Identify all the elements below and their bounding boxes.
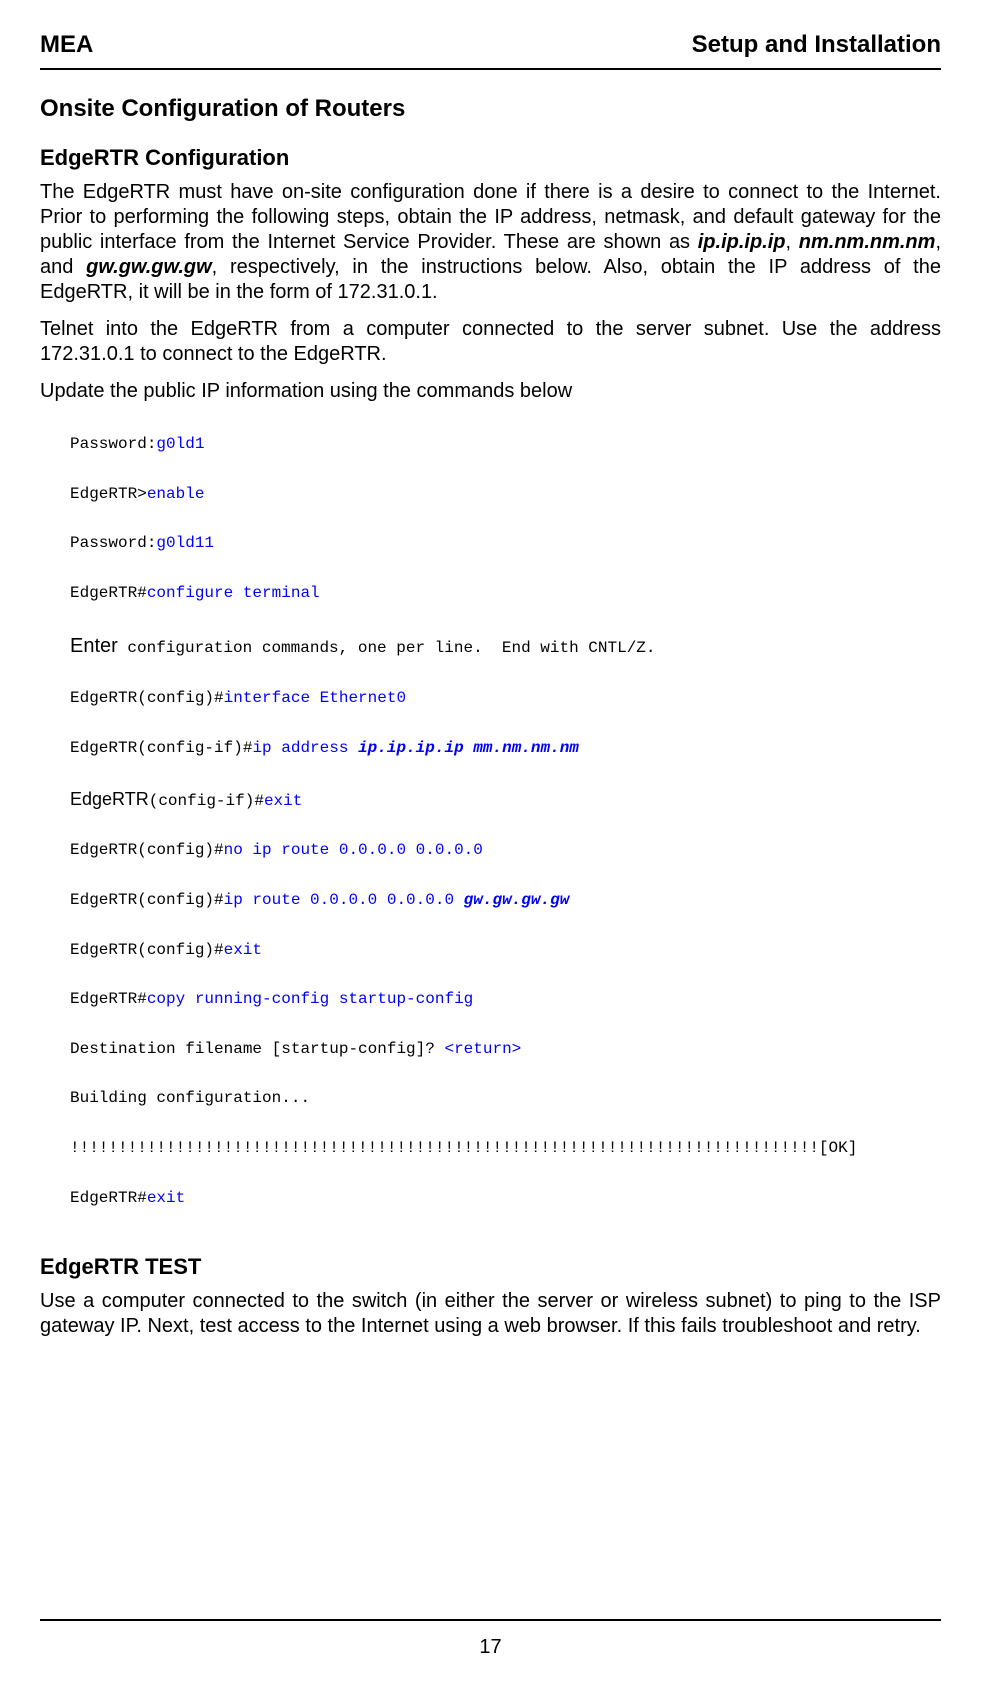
page-title: Onsite Configuration of Routers	[40, 94, 941, 124]
header-left: MEA	[40, 30, 93, 60]
code-prompt: EdgeRTR#	[70, 584, 147, 602]
code-line: EdgeRTR(config-if)#ip address ip.ip.ip.i…	[70, 736, 941, 761]
code-prompt: EdgeRTR(config)#	[70, 891, 224, 909]
code-command: g0ld11	[156, 534, 214, 552]
code-line: Password:g0ld1	[70, 432, 941, 457]
code-line: EdgeRTR(config)#interface Ethernet0	[70, 686, 941, 711]
code-placeholder: gw.gw.gw.gw	[464, 891, 570, 909]
code-prompt: EdgeRTR(config-if)#	[70, 739, 252, 757]
header-right: Setup and Installation	[692, 30, 941, 60]
code-line: EdgeRTR(config)#no ip route 0.0.0.0 0.0.…	[70, 838, 941, 863]
section2-heading: EdgeRTR TEST	[40, 1253, 941, 1281]
placeholder-ip: ip.ip.ip.ip	[698, 231, 786, 253]
code-prompt: EdgeRTR(config)#	[70, 841, 224, 859]
code-line: EdgeRTR>enable	[70, 482, 941, 507]
code-prompt: EdgeRTR	[70, 789, 149, 809]
code-line: EdgeRTR(config-if)#exit	[70, 786, 941, 814]
code-text: configuration commands, one per line. En…	[118, 639, 656, 657]
code-command: ip route 0.0.0.0 0.0.0.0	[224, 891, 464, 909]
code-line: EdgeRTR(config)#ip route 0.0.0.0 0.0.0.0…	[70, 888, 941, 913]
code-text: !!!!!!!!!!!!!!!!!!!!!!!!!!!!!!!!!!!!!!!!…	[70, 1139, 857, 1157]
code-text: Enter	[70, 635, 118, 657]
code-block: Password:g0ld1 EdgeRTR>enable Password:g…	[70, 408, 941, 1236]
code-line: Enter configuration commands, one per li…	[70, 631, 941, 662]
code-command: exit	[147, 1189, 185, 1207]
code-prompt: EdgeRTR#	[70, 1189, 147, 1207]
section2-paragraph-1: Use a computer connected to the switch (…	[40, 1289, 941, 1339]
placeholder-gw: gw.gw.gw.gw	[86, 256, 212, 278]
code-text: Building configuration...	[70, 1089, 310, 1107]
section1-paragraph-2: Telnet into the EdgeRTR from a computer …	[40, 317, 941, 367]
section1-paragraph-1: The EdgeRTR must have on-site configurat…	[40, 180, 941, 305]
code-command: g0ld1	[156, 435, 204, 453]
code-command: enable	[147, 485, 205, 503]
code-prompt: Password:	[70, 435, 156, 453]
page-number: 17	[40, 1635, 941, 1660]
code-command: exit	[224, 941, 262, 959]
code-line: EdgeRTR(config)#exit	[70, 938, 941, 963]
code-prompt: EdgeRTR(config)#	[70, 689, 224, 707]
code-prompt: EdgeRTR#	[70, 990, 147, 1008]
section1-paragraph-3: Update the public IP information using t…	[40, 379, 941, 404]
code-line: Password:g0ld11	[70, 531, 941, 556]
code-command: <return>	[444, 1040, 521, 1058]
code-line: EdgeRTR#copy running-config startup-conf…	[70, 987, 941, 1012]
footer-rule	[40, 1619, 941, 1621]
code-line: !!!!!!!!!!!!!!!!!!!!!!!!!!!!!!!!!!!!!!!!…	[70, 1136, 941, 1161]
code-line: Building configuration...	[70, 1086, 941, 1111]
code-prompt: (config-if)#	[149, 792, 264, 810]
code-line: EdgeRTR#exit	[70, 1186, 941, 1211]
code-text: Destination filename [startup-config]?	[70, 1040, 444, 1058]
page-header: MEA Setup and Installation	[40, 30, 941, 60]
placeholder-nm: nm.nm.nm.nm	[799, 231, 936, 253]
code-command: copy running-config startup-config	[147, 990, 473, 1008]
section1-heading: EdgeRTR Configuration	[40, 144, 941, 172]
text-run: ,	[786, 231, 799, 253]
code-command: interface Ethernet0	[224, 689, 406, 707]
code-command: exit	[264, 792, 302, 810]
code-command: configure terminal	[147, 584, 320, 602]
code-command: ip address	[252, 739, 358, 757]
code-prompt: Password:	[70, 534, 156, 552]
header-rule	[40, 68, 941, 70]
code-prompt: EdgeRTR(config)#	[70, 941, 224, 959]
code-line: Destination filename [startup-config]? <…	[70, 1037, 941, 1062]
code-command: no ip route 0.0.0.0 0.0.0.0	[224, 841, 483, 859]
code-line: EdgeRTR#configure terminal	[70, 581, 941, 606]
code-prompt: EdgeRTR>	[70, 485, 147, 503]
code-placeholder: ip.ip.ip.ip mm.nm.nm.nm	[358, 739, 579, 757]
